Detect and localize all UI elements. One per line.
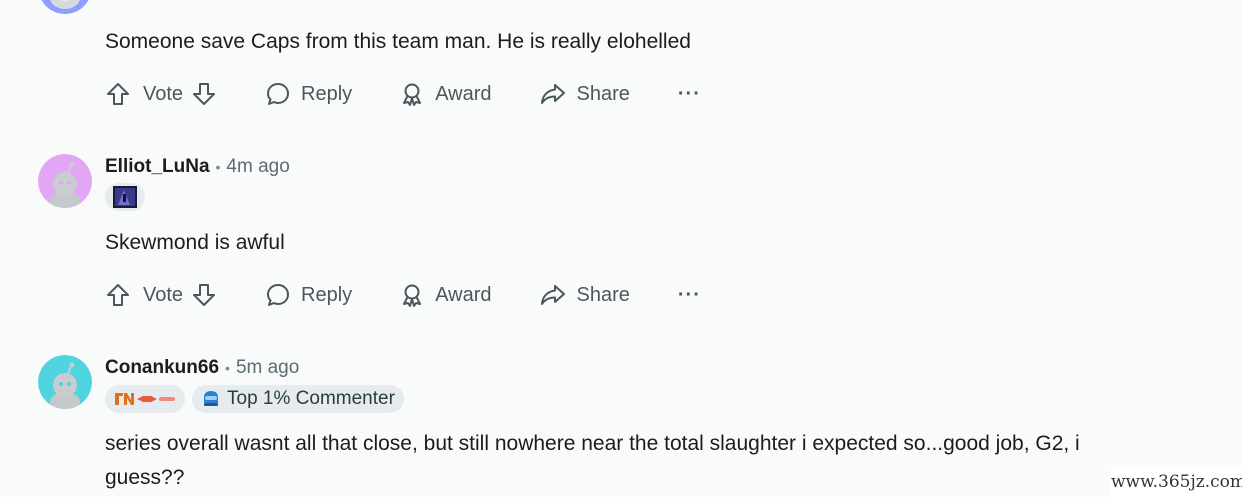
downvote-icon[interactable] [191, 81, 217, 107]
watermark: www.365jz.com [1111, 467, 1242, 497]
award-label: Award [435, 82, 492, 105]
timestamp[interactable]: 5m ago [236, 357, 299, 378]
comment-body: series overall wasnt all that close, but… [105, 432, 1080, 489]
meta-separator: • [215, 159, 221, 175]
team-logo-icon [115, 393, 175, 405]
upvote-icon[interactable] [105, 81, 131, 107]
more-icon: ··· [677, 82, 701, 105]
share-label: Share [576, 82, 630, 105]
flair-pill [105, 385, 185, 413]
user-flair: Top 1% Commenter [105, 385, 404, 413]
award-label: Award [435, 283, 492, 306]
author-name[interactable]: Conankun66 [105, 357, 219, 378]
more-options-button[interactable]: ··· [678, 277, 701, 313]
downvote-icon[interactable] [191, 282, 217, 308]
more-options-button[interactable]: ··· [678, 76, 701, 112]
reply-icon [267, 83, 290, 105]
share-button[interactable]: Share [539, 76, 630, 112]
comment-thread: Someone save Caps from this team man. He… [0, 0, 1242, 497]
comment-meta: Conankun66 • 5m ago [105, 355, 299, 381]
commenter-badge-icon [204, 391, 218, 406]
more-icon: ··· [677, 283, 701, 306]
reply-button[interactable]: Reply [265, 76, 352, 112]
comment-actions: Vote Reply Award Share ··· [105, 76, 701, 112]
vote-control: Vote [105, 76, 217, 112]
comment-meta: Elliot_LuNa • 4m ago [105, 154, 290, 180]
award-button[interactable]: Award [399, 76, 492, 112]
reply-button[interactable]: Reply [265, 277, 352, 313]
reply-label: Reply [301, 283, 353, 306]
author-name[interactable]: Elliot_LuNa [105, 156, 210, 177]
comment-body: Someone save Caps from this team man. He… [105, 30, 691, 53]
vote-control: Vote [105, 277, 217, 313]
avatar[interactable] [38, 0, 92, 14]
reply-icon [267, 284, 290, 306]
share-icon [540, 285, 565, 305]
comment-actions: Vote Reply Award Share ··· [105, 277, 701, 313]
award-button[interactable]: Award [399, 277, 492, 313]
achievement-badge[interactable]: Top 1% Commenter [192, 385, 404, 413]
share-button[interactable]: Share [539, 277, 630, 313]
award-icon [403, 284, 422, 307]
avatar[interactable] [38, 355, 92, 409]
share-icon [540, 84, 565, 104]
comment-body: Skewmond is awful [105, 231, 285, 254]
vote-label: Vote [143, 82, 184, 105]
meta-separator: • [225, 360, 230, 376]
upvote-icon[interactable] [105, 282, 131, 308]
reply-label: Reply [301, 82, 353, 105]
award-icon [403, 83, 422, 106]
timestamp[interactable]: 4m ago [226, 156, 289, 177]
badge-label: Top 1% Commenter [227, 388, 395, 409]
user-flair [105, 183, 145, 211]
share-label: Share [576, 283, 630, 306]
avatar[interactable] [38, 154, 92, 208]
flair-image-icon [113, 186, 137, 208]
flair-pill [105, 183, 145, 211]
vote-label: Vote [143, 283, 184, 306]
